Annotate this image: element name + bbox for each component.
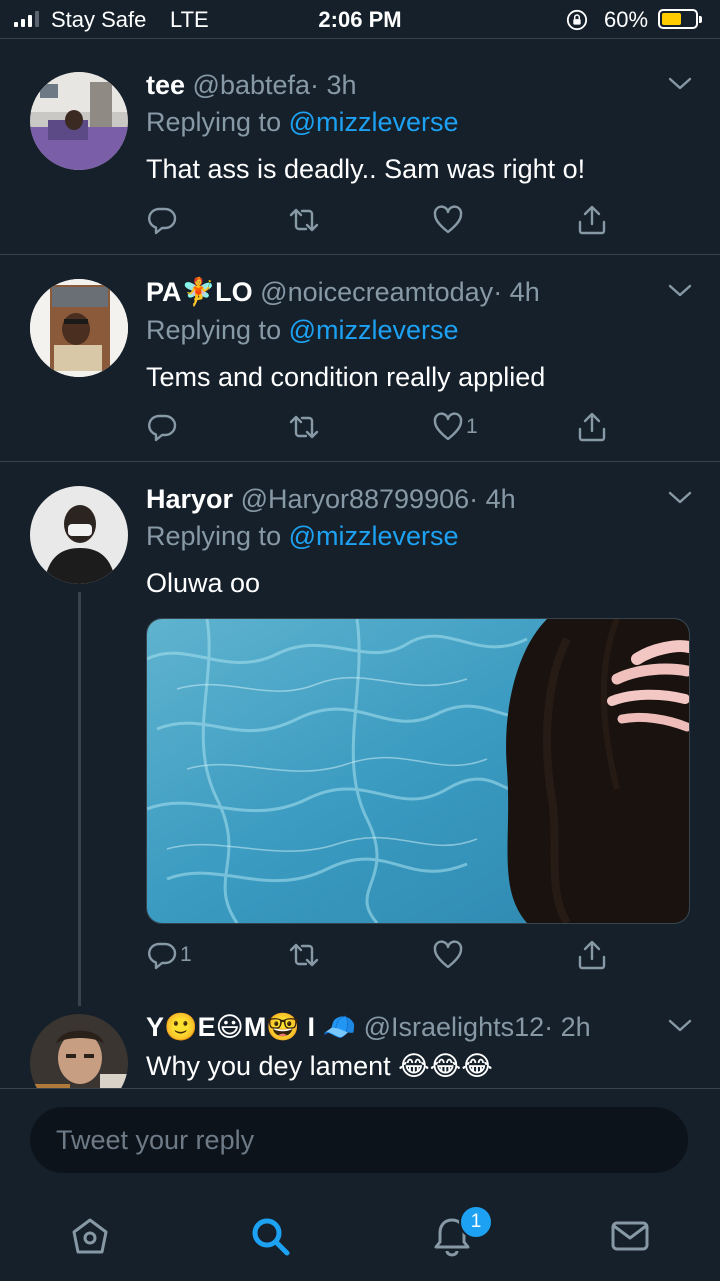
user-handle[interactable]: @Israelights12 (364, 1012, 545, 1042)
tweet-text: Why you dey lament 😂😂😂 (146, 1051, 493, 1082)
messages-icon[interactable] (608, 1214, 652, 1258)
notification-badge: 1 (459, 1205, 493, 1239)
reply-input[interactable]: Tweet your reply (30, 1107, 688, 1173)
tweet-header: Y🙂E😃M🤓 I 🧢 @Israelights12· 2h (146, 1010, 692, 1045)
display-name[interactable]: Y🙂E😃M🤓 I 🧢 (146, 1012, 356, 1043)
search-icon[interactable] (248, 1214, 292, 1258)
chevron-down-icon[interactable] (668, 1018, 692, 1034)
avatar[interactable] (30, 1014, 128, 1088)
tweet[interactable]: Y🙂E😃M🤓 I 🧢 @Israelights12· 2h Why you de… (0, 0, 720, 1088)
laughing-emoji: 😂😂😂 (398, 1051, 493, 1082)
tweet-time: · 2h (544, 1012, 591, 1042)
home-icon[interactable] (68, 1214, 112, 1258)
